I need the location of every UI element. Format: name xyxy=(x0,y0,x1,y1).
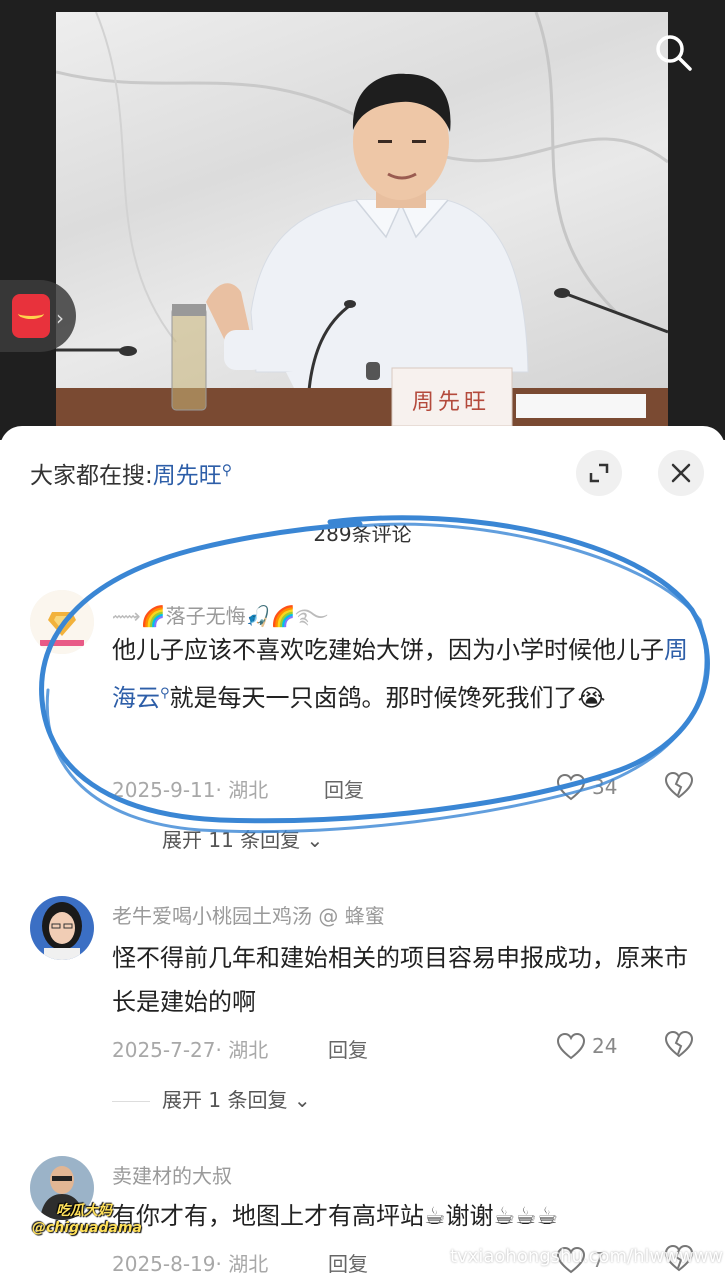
dislike-button[interactable] xyxy=(664,771,694,801)
red-packet-icon xyxy=(12,294,50,338)
comment-text: 有你才有，地图上才有高坪站☕谢谢☕☕☕ xyxy=(112,1194,712,1238)
comment-count: 289条评论 xyxy=(313,522,412,546)
watermark-name: 吃瓜大妈 xyxy=(56,1203,112,1219)
fishing-emoji-icon: 🎣 xyxy=(245,604,271,628)
expand-replies-label: 展开 11 条回复 xyxy=(162,828,301,852)
sparkle-emoji-icon: ⟿ xyxy=(112,604,141,628)
broken-heart-icon xyxy=(664,771,694,799)
search-small-icon: ⚲ xyxy=(221,462,233,479)
comment-sheet: 大家都在搜:周先旺⚲ 289条评论 ⟿🌈落子无悔🎣🌈࿐ 他儿子应该不喜欢吃建始大… xyxy=(0,426,725,1280)
search-button[interactable] xyxy=(651,30,695,74)
reply-button[interactable]: 回复 xyxy=(328,1248,368,1277)
watermark-url: tvxiaohongshu.com/hlwwwww xyxy=(450,1246,724,1267)
watermark-handle: @chiguadama xyxy=(32,1220,143,1236)
search-icon xyxy=(656,35,692,71)
dislike-button[interactable] xyxy=(664,1030,694,1060)
nameplate-text: 周先旺 xyxy=(412,390,491,415)
search-suggestion-prefix: 大家都在搜: xyxy=(30,463,153,489)
coffee-emoji-icon: ☕ xyxy=(424,1202,446,1230)
comment-text: 怪不得前几年和建始相关的项目容易申报成功，原来市长是建始的啊 xyxy=(112,944,688,1016)
expand-icon xyxy=(589,463,609,483)
swirl-emoji-icon: ࿐ xyxy=(295,604,328,628)
search-suggestion-keyword[interactable]: 周先旺 xyxy=(153,463,222,489)
like-button[interactable]: 34 xyxy=(556,771,636,803)
chevron-down-icon: ⌄ xyxy=(306,828,324,852)
like-count: 24 xyxy=(592,1034,618,1058)
comment-item: ⟿🌈落子无悔🎣🌈࿐ 他儿子应该不喜欢吃建始大饼，因为小学时候他儿子周海云⚲就是每… xyxy=(0,586,725,856)
close-icon xyxy=(671,463,691,483)
comment-date-location: 2025-7-27· 湖北 xyxy=(112,1038,269,1062)
rainbow-emoji-icon: 🌈 xyxy=(270,604,296,628)
avatar-badge-image xyxy=(30,590,94,654)
chevron-down-icon: ⌄ xyxy=(293,1088,311,1112)
crying-laughing-emoji-icon: 😭 xyxy=(577,684,606,712)
search-suggestion[interactable]: 大家都在搜:周先旺⚲ xyxy=(30,456,232,490)
rainbow-emoji-icon: 🌈 xyxy=(140,604,166,628)
coffee-emoji-icon: ☕☕☕ xyxy=(493,1202,559,1230)
like-button[interactable]: 24 xyxy=(556,1030,636,1062)
comment-text-part: 有你才有，地图上才有高坪站 xyxy=(112,1202,424,1230)
avatar[interactable] xyxy=(30,590,94,654)
comment-date-location: 2025-9-11· 湖北 xyxy=(112,778,269,802)
expand-replies-button[interactable]: 展开 1 条回复 ⌄ xyxy=(112,1084,311,1113)
reply-button[interactable]: 回复 xyxy=(328,1034,368,1063)
heart-icon xyxy=(556,773,586,801)
expand-replies-button[interactable]: 展开 11 条回复 ⌄ xyxy=(162,824,323,853)
chevron-right-icon: › xyxy=(56,306,64,330)
comment-text-part: 谢谢 xyxy=(445,1202,494,1230)
comment-text: 他儿子应该不喜欢吃建始大饼，因为小学时候他儿子周海云⚲就是每天一只卤鸽。那时候馋… xyxy=(112,628,692,720)
broken-heart-icon xyxy=(664,1030,694,1058)
comment-text-part: 他儿子应该不喜欢吃建始大饼，因为小学时候他儿子 xyxy=(112,636,664,664)
like-count: 34 xyxy=(592,775,618,799)
avatar[interactable] xyxy=(30,896,94,960)
comment-text-part: 就是每天一只卤鸽。那时候馋死我们了 xyxy=(169,684,578,712)
comment-username[interactable]: 老牛爱喝小桃园土鸡汤 @ 蜂蜜 xyxy=(112,900,385,929)
comment-item: 老牛爱喝小桃园土鸡汤 @ 蜂蜜 怪不得前几年和建始相关的项目容易申报成功，原来市… xyxy=(0,896,725,1112)
heart-icon xyxy=(556,1032,586,1060)
comment-username[interactable]: 卖建材的大叔 xyxy=(112,1160,232,1189)
username-text: 落子无悔 xyxy=(165,604,246,628)
expand-replies-label: 展开 1 条回复 xyxy=(162,1088,288,1112)
comment-date-location: 2025-8-19· 湖北 xyxy=(112,1252,269,1276)
video-scene xyxy=(56,12,668,432)
video-player[interactable]: 周先旺 › xyxy=(0,0,725,440)
video-frame[interactable]: 周先旺 xyxy=(56,12,668,432)
search-small-icon: ⚲ xyxy=(160,686,170,701)
red-packet-button[interactable]: › xyxy=(0,280,76,352)
reply-button[interactable]: 回复 xyxy=(324,774,364,803)
avatar-photo xyxy=(30,896,94,960)
close-sheet-button[interactable] xyxy=(658,450,704,496)
divider-line xyxy=(112,1101,150,1102)
expand-sheet-button[interactable] xyxy=(576,450,622,496)
